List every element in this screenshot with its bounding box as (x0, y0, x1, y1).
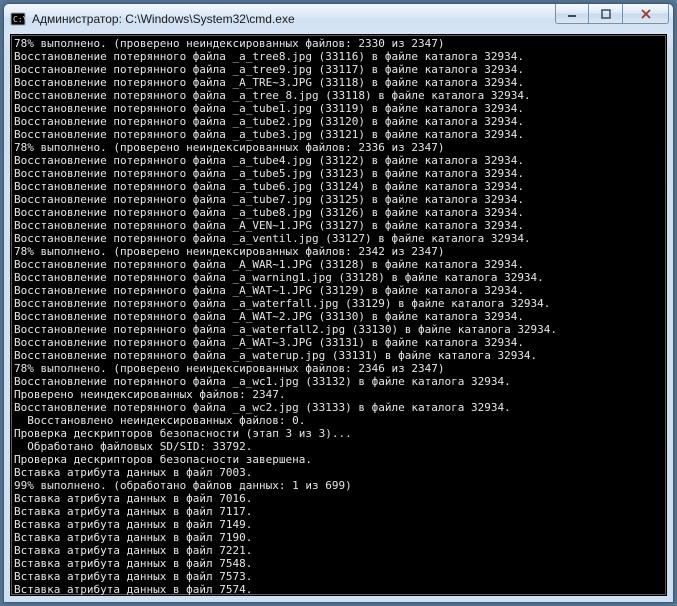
console-line: Восстановление потерянного файла _A_WAT~… (14, 310, 663, 323)
console-line: 78% выполнено. (проверено неиндексирован… (14, 141, 663, 154)
cmd-window: C:\ Администратор: C:\Windows\System32\c… (3, 3, 674, 603)
console-line: Восстановлено неиндексированных файлов: … (14, 414, 663, 427)
console-line: Восстановление потерянного файла _a_vent… (14, 232, 663, 245)
console-line: 99% выполнено. (обработано файлов данных… (14, 479, 663, 492)
titlebar[interactable]: C:\ Администратор: C:\Windows\System32\c… (4, 4, 673, 34)
console-line: Вставка атрибута данных в файл 7190. (14, 531, 663, 544)
console-line: Вставка атрибута данных в файл 7221. (14, 544, 663, 557)
console-line: Восстановление потерянного файла _a_wate… (14, 323, 663, 336)
console-line: Восстановление потерянного файла _a_wate… (14, 349, 663, 362)
console-line: Вставка атрибута данных в файл 7548. (14, 557, 663, 570)
close-button[interactable] (623, 4, 669, 24)
console-line: Восстановление потерянного файла _a_tree… (14, 50, 663, 63)
console-line: Вставка атрибута данных в файл 7117. (14, 505, 663, 518)
console-line: Вставка атрибута данных в файл 7574. (14, 583, 663, 596)
console-line: Проверено неиндексированных файлов: 2347… (14, 388, 663, 401)
console-line: Вставка атрибута данных в файл 7149. (14, 518, 663, 531)
window-controls (555, 4, 669, 24)
minimize-button[interactable] (555, 4, 589, 24)
close-icon (640, 9, 652, 19)
console-line: Восстановление потерянного файла _a_tube… (14, 102, 663, 115)
console-line: Восстановление потерянного файла _A_WAT~… (14, 336, 663, 349)
console-line: Восстановление потерянного файла _a_tube… (14, 154, 663, 167)
console-line: Восстановление потерянного файла _a_wc2.… (14, 401, 663, 414)
console-line: Вставка атрибута данных в файл 7573. (14, 570, 663, 583)
console-line: Восстановление потерянного файла _a_tree… (14, 63, 663, 76)
cmd-icon: C:\ (10, 11, 26, 27)
console-line: Восстановление потерянного файла _a_tube… (14, 206, 663, 219)
maximize-icon (601, 9, 611, 19)
console-line: Восстановление потерянного файла _a_warn… (14, 271, 663, 284)
console-line: Восстановление потерянного файла _A_WAT~… (14, 284, 663, 297)
console-line: Восстановление потерянного файла _A_VEN~… (14, 219, 663, 232)
console-line: Восстановление потерянного файла _a_tube… (14, 167, 663, 180)
console-line: 78% выполнено. (проверено неиндексирован… (14, 37, 663, 50)
console-line: Восстановление потерянного файла _a_wate… (14, 297, 663, 310)
svg-text:C:\: C:\ (13, 15, 26, 24)
console-line: Восстановление потерянного файла _a_tube… (14, 193, 663, 206)
console-line: Восстановление потерянного файла _A_WAR~… (14, 258, 663, 271)
console-line: Проверка дескрипторов безопасности (этап… (14, 427, 663, 440)
console-output[interactable]: 78% выполнено. (проверено неиндексирован… (10, 34, 667, 596)
console-line: Восстановление потерянного файла _a_tube… (14, 180, 663, 193)
console-line: Восстановление потерянного файла _a_wc1.… (14, 375, 663, 388)
console-line: 78% выполнено. (проверено неиндексирован… (14, 245, 663, 258)
console-line: Восстановление потерянного файла _a_tree… (14, 89, 663, 102)
minimize-icon (567, 9, 577, 19)
console-line: Обработано файловых SD/SID: 33792. (14, 440, 663, 453)
console-line: Восстановление потерянного файла _A_TRE~… (14, 76, 663, 89)
console-line: Проверка дескрипторов безопасности завер… (14, 453, 663, 466)
console-line: Восстановление потерянного файла _a_tube… (14, 115, 663, 128)
maximize-button[interactable] (589, 4, 623, 24)
console-line: Восстановление потерянного файла _a_tube… (14, 128, 663, 141)
console-line: Вставка атрибута данных в файл 7016. (14, 492, 663, 505)
console-line: 78% выполнено. (проверено неиндексирован… (14, 362, 663, 375)
console-line: Вставка атрибута данных в файл 7003. (14, 466, 663, 479)
